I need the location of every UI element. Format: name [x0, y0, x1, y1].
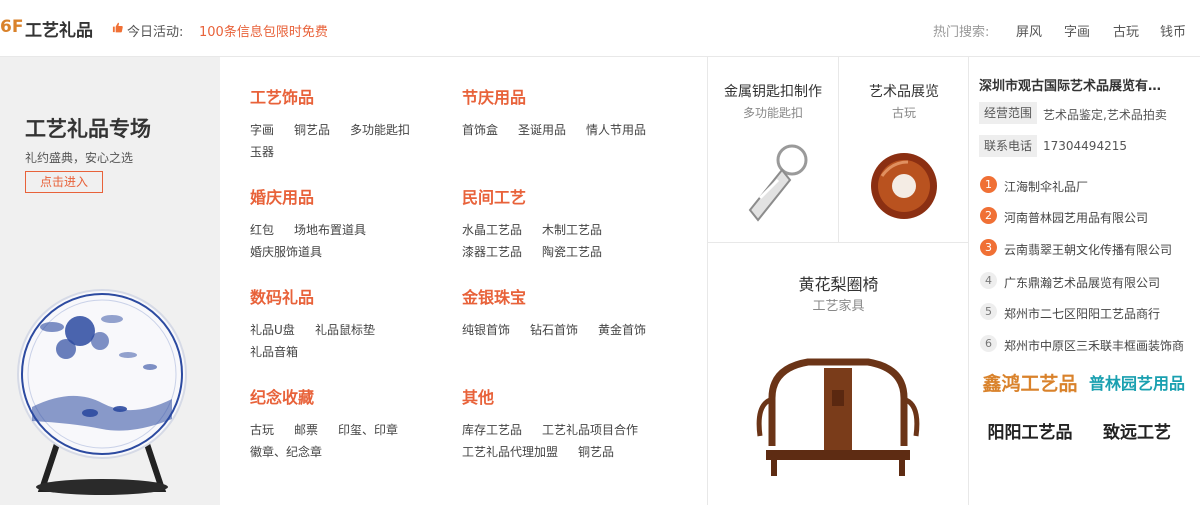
brand-logo[interactable]: 阳阳工艺品 — [981, 415, 1079, 451]
category-link[interactable]: 玉器 — [250, 143, 274, 160]
category-link[interactable]: 古玩 — [250, 421, 274, 438]
category-link[interactable]: 漆器工艺品 — [462, 243, 522, 260]
rank-badge: 6 — [980, 335, 997, 352]
scope-label: 经营范围 — [979, 102, 1037, 124]
product-subtitle: 工艺家具 — [812, 299, 865, 314]
product-subtitle: 古玩 — [891, 106, 916, 120]
brand-logo[interactable]: 普林园艺用品 — [1088, 366, 1186, 402]
floor-header: 6F 工艺礼品 今日活动: 100条信息包限时免费 热门搜索: 屏风 字画 古玩… — [0, 0, 1200, 57]
brand-logo[interactable]: 鑫鸿工艺品 — [981, 366, 1079, 402]
phone-value: 17304494215 — [1043, 139, 1127, 153]
category-link[interactable]: 邮票 — [294, 421, 318, 438]
rank-company-name[interactable]: 云南翡翠王朝文化传播有限公司 — [1004, 241, 1172, 258]
category-link[interactable]: 钻石首饰 — [530, 321, 578, 338]
activity-link[interactable]: 100条信息包限时免费 — [199, 21, 328, 40]
category-link[interactable]: 黄金首饰 — [598, 321, 646, 338]
hot-search-label: 热门搜索: — [933, 25, 990, 40]
promo-banner[interactable]: 工艺礼品专场 礼约盛典，安心之选 点击进入 — [0, 57, 220, 505]
hot-search-link[interactable]: 钱币 — [1160, 21, 1186, 40]
category-link[interactable]: 工艺礼品项目合作 — [542, 421, 638, 438]
hot-search-link[interactable]: 字画 — [1064, 21, 1090, 40]
category-title[interactable]: 节庆用品 — [462, 84, 526, 108]
category-link[interactable]: 情人节用品 — [586, 121, 646, 138]
keychain-image — [748, 144, 808, 222]
product-title[interactable]: 黄花梨圈椅 — [708, 271, 969, 295]
banner-subtitle: 礼约盛典，安心之选 — [25, 151, 134, 165]
category-title[interactable]: 工艺饰品 — [250, 84, 314, 108]
antique-ring-image — [871, 153, 937, 219]
hot-search-link[interactable]: 古玩 — [1113, 21, 1139, 40]
category-link[interactable]: 字画 — [250, 121, 274, 138]
brand-logo[interactable]: 致远工艺 — [1088, 415, 1186, 451]
category-link[interactable]: 铜艺品 — [578, 443, 614, 460]
rank-badge: 5 — [980, 303, 997, 320]
scope-value: 艺术品鉴定,艺术品拍卖 — [1043, 108, 1167, 122]
category-link[interactable]: 礼品鼠标垫 — [315, 321, 375, 338]
product-title[interactable]: 艺术品展览 — [839, 81, 969, 101]
category-title[interactable]: 婚庆用品 — [250, 184, 314, 208]
banner-enter-button[interactable]: 点击进入 — [25, 171, 103, 193]
category-title[interactable]: 民间工艺 — [462, 184, 526, 208]
chair-image — [756, 358, 920, 476]
rank-badge: 1 — [980, 176, 997, 193]
category-link[interactable]: 多功能匙扣 — [350, 121, 410, 138]
category-title[interactable]: 金银珠宝 — [462, 284, 526, 308]
product-subtitle: 多功能匙扣 — [742, 106, 803, 120]
category-link[interactable]: 铜艺品 — [294, 121, 330, 138]
category-link[interactable]: 水晶工艺品 — [462, 221, 522, 238]
category-title[interactable]: 其他 — [462, 384, 494, 408]
category-link[interactable]: 木制工艺品 — [542, 221, 602, 238]
category-title[interactable]: 纪念收藏 — [250, 384, 314, 408]
activity-label: 今日活动: — [127, 25, 184, 40]
hot-search-link[interactable]: 屏风 — [1016, 21, 1042, 40]
rank-company-name[interactable]: 广东鼎瀚艺术品展览有限公司 — [1004, 274, 1160, 291]
banner-title: 工艺礼品专场 — [25, 117, 151, 141]
category-title[interactable]: 数码礼品 — [250, 284, 314, 308]
company-name[interactable]: 深圳市观古国际艺术品展览有… — [979, 75, 1161, 94]
category-link[interactable]: 首饰盒 — [462, 121, 498, 138]
category-link[interactable]: 徽章、纪念章 — [250, 443, 322, 460]
category-link[interactable]: 圣诞用品 — [518, 121, 566, 138]
category-link[interactable]: 场地布置道具 — [294, 221, 366, 238]
rank-company-name[interactable]: 江海制伞礼品厂 — [1004, 178, 1088, 195]
category-link[interactable]: 印玺、印章 — [338, 421, 398, 438]
category-link[interactable]: 陶瓷工艺品 — [542, 243, 602, 260]
card-divider — [707, 242, 969, 243]
rank-company-name[interactable]: 河南普林园艺用品有限公司 — [1004, 209, 1148, 226]
product-title[interactable]: 金属钥匙扣制作 — [708, 81, 838, 101]
rank-badge: 3 — [980, 239, 997, 256]
category-link[interactable]: 红包 — [250, 221, 274, 238]
category-link[interactable]: 纯银首饰 — [462, 321, 510, 338]
phone-label: 联系电话 — [979, 135, 1037, 157]
category-link[interactable]: 工艺礼品代理加盟 — [462, 443, 558, 460]
thumbs-up-icon — [112, 22, 123, 33]
rank-badge: 4 — [980, 272, 997, 289]
category-link[interactable]: 婚庆服饰道具 — [250, 243, 322, 260]
category-link[interactable]: 库存工艺品 — [462, 421, 522, 438]
category-link[interactable]: 礼品音箱 — [250, 343, 298, 360]
category-link[interactable]: 礼品U盘 — [250, 321, 295, 338]
floor-title: 工艺礼品 — [25, 21, 93, 41]
rank-company-name[interactable]: 郑州市中原区三禾联丰框画装饰商 — [1004, 337, 1184, 354]
porcelain-plate-image — [17, 289, 187, 495]
floor-number: 6F — [0, 17, 24, 37]
rank-badge: 2 — [980, 207, 997, 224]
rank-company-name[interactable]: 郑州市二七区阳阳工艺品商行 — [1004, 305, 1160, 322]
